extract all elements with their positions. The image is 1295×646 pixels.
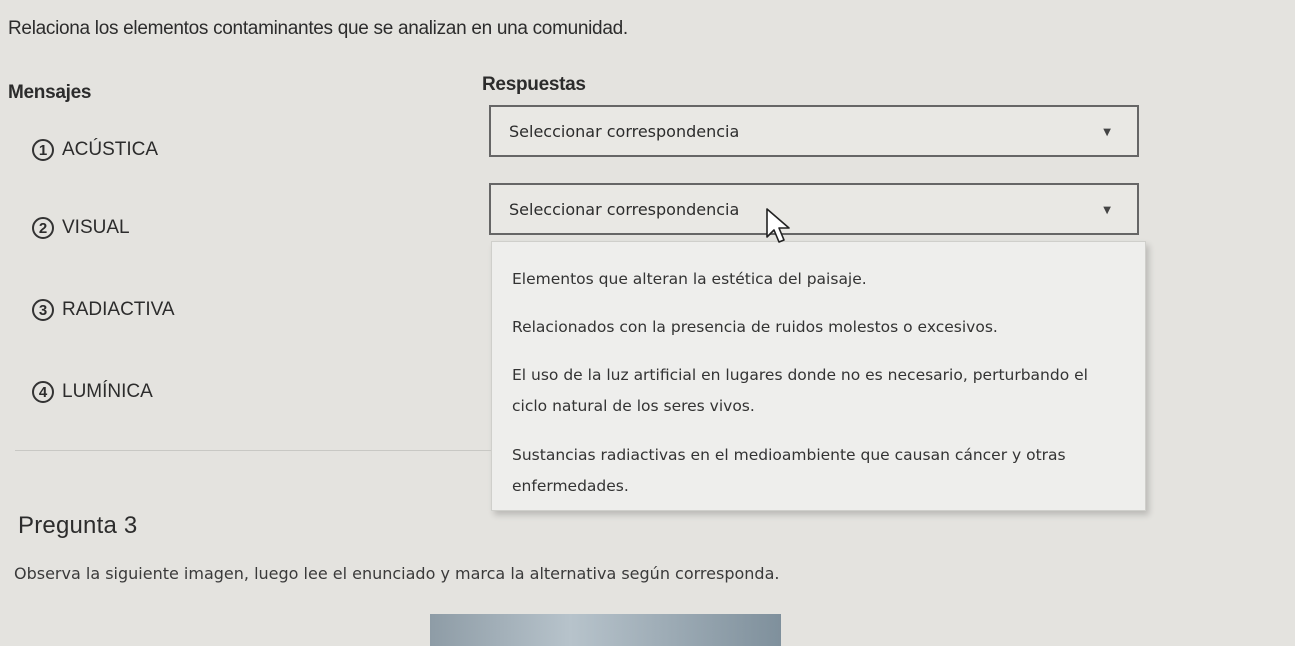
message-label: RADIACTIVA — [62, 299, 175, 320]
message-item-2: 2 VISUAL — [32, 217, 130, 239]
question-image — [430, 614, 781, 646]
dropdown-options-list: Elementos que alteran la estética del pa… — [491, 241, 1146, 511]
number-badge: 4 — [32, 381, 54, 403]
instruction-text: Relaciona los elementos contaminantes qu… — [8, 18, 628, 39]
option-text: ciclo natural de los seres vivos. — [512, 397, 755, 415]
message-label: LUMÍNICA — [62, 381, 153, 402]
option-text: Sustancias radiactivas en el medioambien… — [512, 446, 1066, 464]
select-value: Seleccionar correspondencia — [509, 199, 740, 219]
option-text: El uso de la luz artificial en lugares d… — [512, 366, 1088, 384]
messages-column-header: Mensajes — [8, 82, 92, 103]
caret-down-icon[interactable]: ▼ — [1103, 127, 1111, 138]
dropdown-option-2[interactable]: Relacionados con la presencia de ruidos … — [512, 312, 1117, 343]
message-item-1: 1 ACÚSTICA — [32, 139, 158, 161]
message-label: ACÚSTICA — [62, 139, 159, 160]
option-text: Relacionados con la presencia de ruidos … — [512, 318, 998, 336]
answer-select-2[interactable]: Seleccionar correspondencia ▼ — [489, 183, 1139, 235]
select-value: Seleccionar correspondencia — [509, 121, 740, 141]
dropdown-option-4[interactable]: Sustancias radiactivas en el medioambien… — [512, 440, 1117, 502]
message-item-4: 4 LUMÍNICA — [32, 381, 153, 403]
dropdown-option-3[interactable]: El uso de la luz artificial en lugares d… — [512, 360, 1117, 422]
number-badge: 1 — [32, 139, 54, 161]
number-badge: 3 — [32, 299, 54, 321]
dropdown-option-1[interactable]: Elementos que alteran la estética del pa… — [512, 264, 1117, 295]
caret-down-icon[interactable]: ▼ — [1103, 205, 1111, 216]
message-item-3: 3 RADIACTIVA — [32, 299, 175, 321]
question-prompt: Observa la siguiente imagen, luego lee e… — [14, 564, 780, 583]
option-text: enfermedades. — [512, 477, 629, 495]
answers-column-header: Respuestas — [482, 74, 586, 95]
option-text: Elementos que alteran la estética del pa… — [512, 270, 867, 288]
answer-select-1[interactable]: Seleccionar correspondencia ▼ — [489, 105, 1139, 157]
number-badge: 2 — [32, 217, 54, 239]
message-label: VISUAL — [62, 217, 130, 238]
section-divider — [15, 450, 491, 451]
mouse-pointer-icon — [766, 208, 790, 243]
question-title: Pregunta 3 — [18, 512, 138, 539]
